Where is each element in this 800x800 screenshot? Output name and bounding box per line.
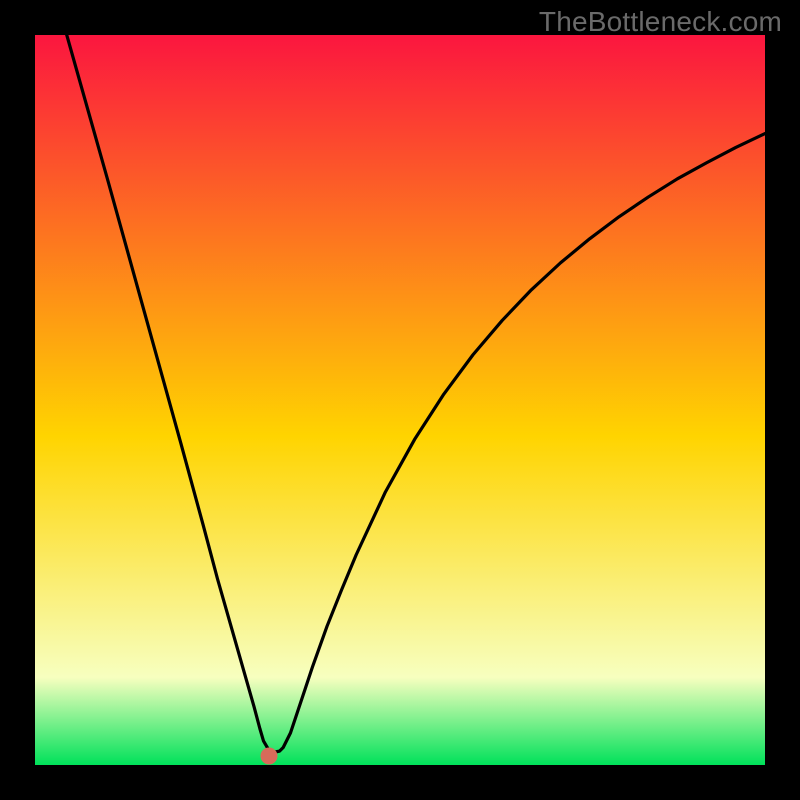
watermark-text: TheBottleneck.com <box>539 6 782 38</box>
optimal-point-marker <box>260 747 277 764</box>
bottleneck-curve <box>35 35 765 765</box>
plot-area <box>35 35 765 765</box>
chart-frame: TheBottleneck.com <box>0 0 800 800</box>
